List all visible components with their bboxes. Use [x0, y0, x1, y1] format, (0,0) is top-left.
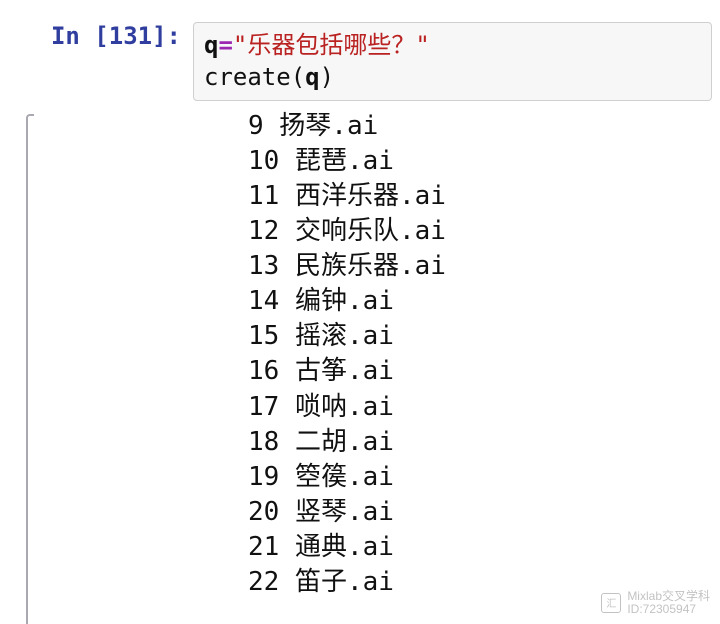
output-line: 9 扬琴.ai: [248, 109, 720, 144]
output-line: 10 琵琶.ai: [248, 144, 720, 179]
output-line: 18 二胡.ai: [248, 425, 720, 460]
output-area: 9 扬琴.ai 10 琵琶.ai 11 西洋乐器.ai 12 交响乐队.ai 1…: [0, 101, 720, 600]
watermark-icon: 汇: [601, 593, 621, 613]
output-line: 14 编钟.ai: [248, 284, 720, 319]
input-cell: In [131]: q="乐器包括哪些？" create(q): [0, 0, 720, 101]
output-line: 20 竖琴.ai: [248, 495, 720, 530]
watermark-text: Mixlab交叉学科 ID:72305947: [627, 590, 710, 616]
output-line: 19 箜篌.ai: [248, 460, 720, 495]
function-name: create: [204, 63, 291, 91]
open-paren: (: [291, 63, 305, 91]
watermark-line1: Mixlab交叉学科: [627, 589, 710, 603]
output-line: 17 唢呐.ai: [248, 390, 720, 425]
string-literal: "乐器包括哪些？": [233, 31, 430, 59]
code-line-1: q="乐器包括哪些？": [204, 29, 701, 61]
watermark-line2: ID:72305947: [627, 602, 696, 616]
cell-left-border: [26, 114, 34, 624]
output-line: 15 摇滚.ai: [248, 319, 720, 354]
output-line: 12 交响乐队.ai: [248, 214, 720, 249]
watermark: 汇 Mixlab交叉学科 ID:72305947: [601, 590, 710, 616]
variable-name: q: [204, 31, 218, 59]
output-line: 16 古筝.ai: [248, 354, 720, 389]
code-input-area[interactable]: q="乐器包括哪些？" create(q): [193, 22, 712, 101]
output-line: 21 通典.ai: [248, 530, 720, 565]
code-line-2: create(q): [204, 61, 701, 93]
close-paren: ): [320, 63, 334, 91]
output-line: 11 西洋乐器.ai: [248, 179, 720, 214]
argument: q: [305, 63, 319, 91]
input-prompt: In [131]:: [48, 22, 193, 101]
output-line: 13 民族乐器.ai: [248, 249, 720, 284]
assign-op: =: [218, 31, 232, 59]
